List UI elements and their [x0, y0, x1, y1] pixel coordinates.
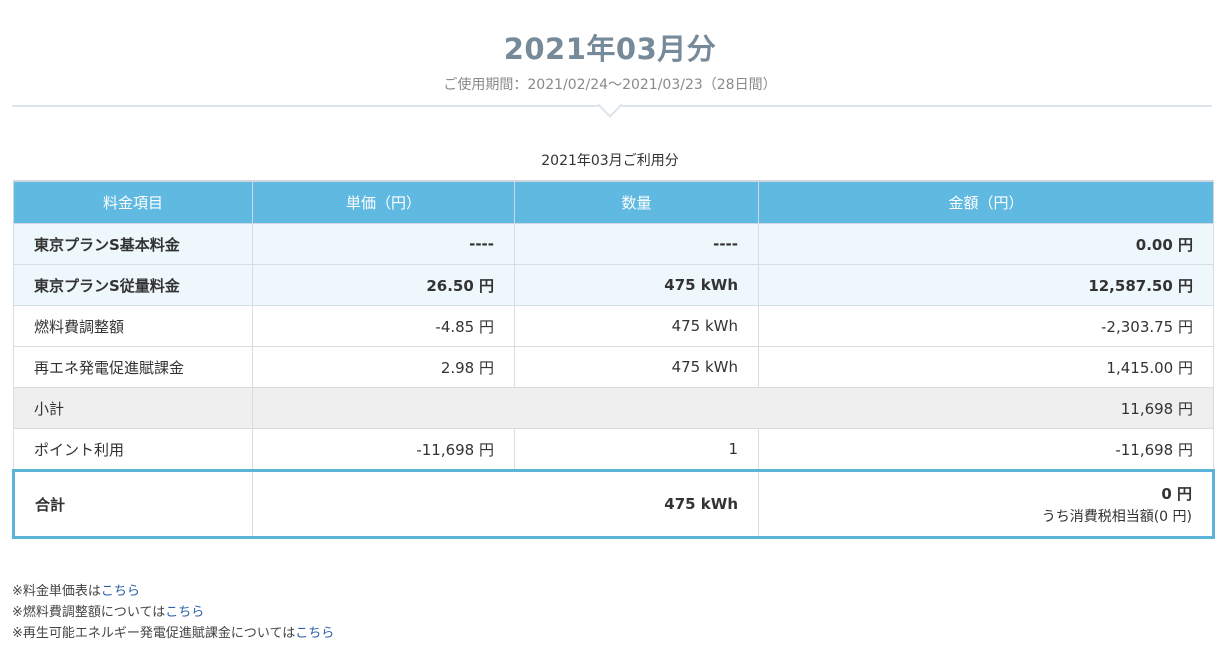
note-prefix: ※ [12, 605, 23, 620]
note-text: 再生可能エネルギー発電促進賦課金については [22, 626, 296, 641]
note-prefix: ※ [12, 626, 23, 641]
price-table-link[interactable]: こちら [101, 584, 140, 599]
subtotal-label: 小計 [13, 387, 253, 429]
subtotal-row: 小計 11,698 円 [13, 387, 1214, 429]
total-quantity: 475 kWh [252, 469, 759, 539]
fuel-adjustment-link[interactable]: こちら [165, 605, 204, 620]
page-title: 2021年03月分 [503, 32, 717, 66]
note-item: ※料金単価表はこちら [12, 581, 334, 602]
subtotal-amount: 11,698 円 [252, 387, 1214, 429]
note-text: 燃料費調整額については [22, 605, 166, 620]
row-item: 東京プランS基本料金 [13, 223, 253, 265]
divider-notch [597, 92, 623, 118]
column-header-amount: 金額（円） [758, 180, 1214, 224]
row-unit-price: 2.98 円 [252, 346, 515, 388]
total-amount-cell: 0 円 うち消費税相当額(0 円) [758, 469, 1215, 539]
note-item: ※燃料費調整額についてはこちら [12, 602, 334, 623]
row-unit-price: -4.85 円 [252, 305, 515, 347]
row-amount: -2,303.75 円 [758, 305, 1214, 347]
table-caption: 2021年03月ご利用分 [541, 153, 679, 169]
table-row: 燃料費調整額 -4.85 円 475 kWh -2,303.75 円 [13, 305, 1214, 347]
usage-period: ご使用期間：2021/02/24～2021/03/23（28日間） [443, 77, 777, 93]
total-tax: うち消費税相当額(0 円) [1041, 508, 1192, 525]
table-row: 東京プランS基本料金 ---- ---- 0.00 円 [13, 223, 1214, 265]
note-item: ※再生可能エネルギー発電促進賦課金についてはこちら [12, 623, 334, 644]
table-row: 再エネ発電促進賦課金 2.98 円 475 kWh 1,415.00 円 [13, 346, 1214, 388]
row-amount: 12,587.50 円 [758, 264, 1214, 306]
column-header-unit-price: 単価（円） [252, 180, 515, 224]
renewable-levy-link[interactable]: こちら [295, 626, 334, 641]
row-amount: 0.00 円 [758, 223, 1214, 265]
column-header-item: 料金項目 [13, 180, 253, 224]
total-amount: 0 円 [1161, 484, 1192, 503]
row-quantity: 475 kWh [514, 346, 759, 388]
bill-table: 料金項目 単価（円） 数量 金額（円） 東京プランS基本料金 ---- ----… [12, 180, 1215, 539]
row-quantity: ---- [514, 223, 759, 265]
table-header-row: 料金項目 単価（円） 数量 金額（円） [13, 180, 1214, 224]
row-unit-price: ---- [252, 223, 515, 265]
row-quantity: 475 kWh [514, 305, 759, 347]
row-quantity: 475 kWh [514, 264, 759, 306]
points-label: ポイント利用 [13, 428, 253, 471]
note-prefix: ※ [12, 584, 23, 599]
row-item: 燃料費調整額 [13, 305, 253, 347]
points-quantity: 1 [514, 428, 759, 471]
points-row: ポイント利用 -11,698 円 1 -11,698 円 [13, 428, 1214, 471]
points-amount: -11,698 円 [758, 428, 1214, 471]
row-unit-price: 26.50 円 [252, 264, 515, 306]
note-text: 料金単価表は [22, 584, 101, 599]
column-header-quantity: 数量 [514, 180, 759, 224]
points-unit-price: -11,698 円 [252, 428, 515, 471]
total-label: 合計 [12, 469, 253, 539]
notes: ※料金単価表はこちら ※燃料費調整額についてはこちら ※再生可能エネルギー発電促… [12, 581, 334, 644]
table-row: 東京プランS従量料金 26.50 円 475 kWh 12,587.50 円 [13, 264, 1214, 306]
row-item: 再エネ発電促進賦課金 [13, 346, 253, 388]
row-amount: 1,415.00 円 [758, 346, 1214, 388]
total-row: 合計 475 kWh 0 円 うち消費税相当額(0 円) [12, 469, 1215, 539]
row-item: 東京プランS従量料金 [13, 264, 253, 306]
